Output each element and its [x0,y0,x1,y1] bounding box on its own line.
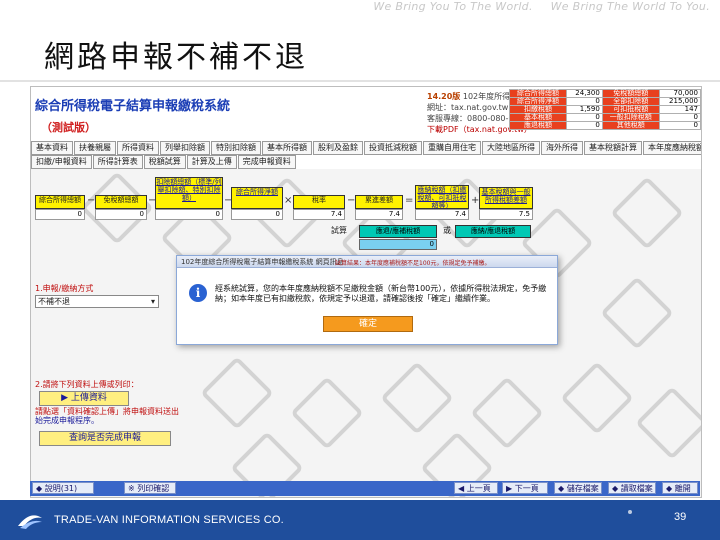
refund-payable-button[interactable]: 應退/應補稅額 [359,225,437,238]
slogan-right: We Bring The World To You. [550,0,710,13]
flow-exemption-box[interactable]: 免稅額總額 [95,195,147,209]
watermark-stamp-icon [470,376,544,450]
arrow-right-icon: ▶ [61,393,69,403]
help-button[interactable]: ◆ 說明(31) [32,482,94,494]
nav-tab[interactable]: 稅額試算 [143,155,186,169]
watermark-stamp-icon [600,276,674,350]
flow-tax-payable-box[interactable]: 應納稅額（扣繳稅額、可扣抵稅額等） [415,185,469,210]
title-divider [0,80,720,82]
next-page-button[interactable]: ▶ 下一頁 [502,482,548,494]
summary-row: 應退稅額 0 其他稅額 0 [509,121,701,130]
app-subtitle: （測試版） [41,121,96,134]
payable-refund-button[interactable]: 應納/應退稅額 [455,225,531,238]
summary-value: 0 [658,121,701,130]
upload-warning: 請點選「資料確認上傳」將申報資料送出 始完成申報程序。 [35,407,195,425]
nav-tab[interactable]: 基本資料 [31,141,73,155]
dialog-ok-button[interactable]: 確定 [323,316,413,332]
page-number: 39 [674,511,687,523]
calc-result-value: 0 [359,239,437,250]
flow-progressive-box[interactable]: 累進差額 [355,195,403,209]
warning-line1: 請點選「資料確認上傳」將申報資料送出 [35,407,179,416]
confirm-dialog: 102年度綜合所得稅電子結算申報繳稅系統 網頁訊息 試算結果：本年度應補稅額不足… [176,255,558,345]
company-slogan: We Bring You To The World. We Bring The … [359,0,710,13]
nav-tab[interactable]: 重購自用住宅 [423,141,481,155]
company-logo-icon [18,515,42,529]
app-header: 綜合所得稅電子結算申報繳稅系統 （測試版） 14.20版 102年度所得 網址：… [31,87,701,140]
flow-gross-income-box[interactable]: 綜合所得總額 [35,195,85,209]
flow-exemption-value: 0 [95,209,147,220]
watermark-stamp-icon [380,361,454,435]
tax-summary-table: 綜合所得總額 24,300 免稅額總額 70,000 綜合所得淨額 0 全部扣除額 215,0… [509,89,701,130]
nav-tab[interactable]: 基本所得額 [262,141,312,155]
nav-tab[interactable]: 特別扣除額 [211,141,261,155]
slide-title: 網路申報不補不退 [44,40,308,75]
nav-tab[interactable]: 列舉扣除額 [160,141,210,155]
flow-gross-income-value: 0 [35,209,85,220]
op-times: × [284,195,293,206]
exit-button[interactable]: ◆ 離開 [662,482,698,494]
load-file-button[interactable]: ◆ 讀取檔案 [608,482,656,494]
nav-tab[interactable]: 投資抵減稅額 [364,141,422,155]
watermark-stamp-icon [200,356,274,430]
nav-tab[interactable]: 計算及上傳 [186,155,237,169]
app-bottom-toolbar: ◆ 說明(31) ※ 列印確認 ◀ 上一頁 ▶ 下一頁 ◆ 儲存檔案 ◆ 讀取檔… [30,481,700,496]
decorative-dot [628,510,632,514]
chevron-down-icon: ▾ [150,297,155,306]
calc-label: 試算 [331,226,347,235]
flow-net-income-box[interactable]: 綜合所得淨額 [231,187,283,209]
watermark-stamp-icon [560,361,634,435]
filing-method-select[interactable]: 不補不退 ▾ [35,295,159,308]
nav-tab[interactable]: 所得資料 [117,141,159,155]
nav-tab[interactable]: 股利及盈餘 [313,141,363,155]
flow-deduction-box[interactable]: 扣除額總額（標準/列舉扣除額、特別扣除額） [155,177,223,209]
flow-deduction-value: 0 [155,209,223,220]
version-line2: 網址：tax.nat.gov.tw [427,103,509,112]
dialog-message: 經系統試算，您的本年度應納稅額不足繳稅金額（新台幣100元），依據所得稅法規定，… [215,284,547,303]
flow-progressive-value: 7.4 [355,209,403,220]
nav-row-2: 扣繳/申報資料 所得計算表 稅額試算 計算及上傳 完成申報資料 [31,155,297,169]
prev-page-button[interactable]: ◀ 上一頁 [454,482,498,494]
version-detail: 102年度所得 [462,92,511,101]
watermark-stamp-icon [635,386,701,460]
flow-basic-tax-value: 7.5 [479,209,533,220]
version-label: 14.20版 [427,92,461,101]
nav-tab[interactable]: 海外所得 [541,141,583,155]
flow-rate-value: 7.4 [293,209,345,220]
dialog-note: 試算結果：本年度應補稅額不足100元，依規定免予補繳。 [335,260,491,267]
nav-tab[interactable]: 所得計算表 [92,155,143,169]
company-name: TRADE-VAN INFORMATION SERVICES CO. [54,514,284,526]
upload-heading: 2.請將下列資料上傳或列印： [35,380,139,389]
flow-net-income-value: 0 [231,209,283,220]
save-file-button[interactable]: ◆ 儲存檔案 [554,482,602,494]
summary-value: 0 [566,121,603,130]
summary-label: 應退稅額 [509,121,567,130]
tax-calc-flow: 綜合所得總額 0 − 免稅額總額 0 − 扣除額總額（標準/列舉扣除額、特別扣除… [31,173,701,263]
slogan-left: We Bring You To The World. [373,0,533,13]
nav-tab[interactable]: 扣繳/申報資料 [31,155,92,169]
nav-tab[interactable]: 完成申報資料 [237,155,296,169]
main-nav: 基本資料 扶養親屬 所得資料 列舉扣除額 特別扣除額 基本所得額 股利及盈餘 投資抵減稅額 重購… [31,139,701,169]
flow-basic-tax-box[interactable]: 基本稅額與一般所得稅額差額 [479,187,533,209]
info-icon: i [189,284,207,302]
filing-method-heading: 1.申報/繳納方式 [35,284,94,293]
upload-data-label: 上傳資料 [70,393,107,403]
nav-row-1: 基本資料 扶養親屬 所得資料 列舉扣除額 特別扣除額 基本所得額 股利及盈餘 投資抵減稅額 重購… [31,141,701,155]
warning-line2: 始完成申報程序。 [35,416,99,425]
nav-tab[interactable]: 扶養親屬 [74,141,116,155]
op-equals: = [405,195,414,206]
slide-footer: TRADE-VAN INFORMATION SERVICES CO. 39 [0,500,720,540]
filing-method-value: 不補不退 [38,297,70,306]
calc-or-label: 或 [443,226,451,235]
flow-rate-box[interactable]: 稅率 [293,195,345,209]
app-title: 綜合所得稅電子結算申報繳稅系統 [35,99,231,114]
upload-data-button[interactable]: ▶ 上傳資料 [39,391,129,406]
nav-tab[interactable]: 基本稅額計算 [584,141,642,155]
summary-label: 其他稅額 [601,121,660,130]
watermark-stamp-icon [290,376,364,450]
check-filing-status-button[interactable]: 查詢是否完成申報 [39,431,171,446]
flow-tax-payable-value: 7.4 [415,209,469,220]
print-confirm-button[interactable]: ※ 列印確認 [124,482,176,494]
nav-tab[interactable]: 大陸地區所得 [482,141,540,155]
nav-tab[interactable]: 本年度應納稅額 [643,141,701,155]
